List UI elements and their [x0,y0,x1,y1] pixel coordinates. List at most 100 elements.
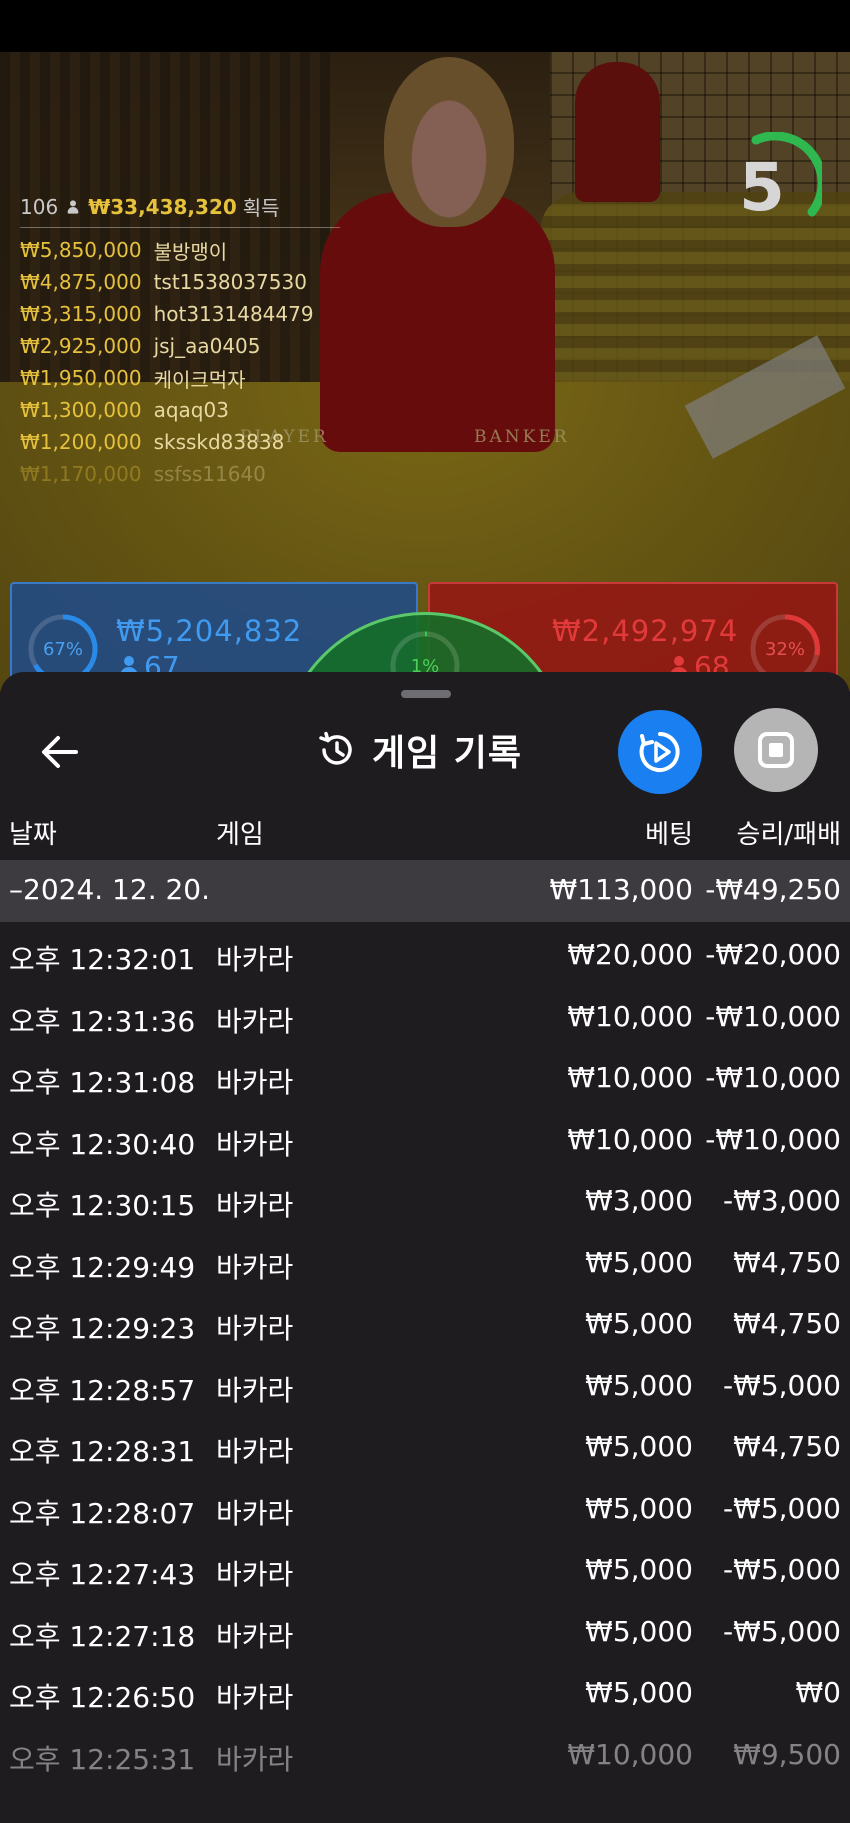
history-row[interactable]: 오후 12:26:50 바카라 ₩5,000 ₩0 [0,1660,850,1722]
group-bet-total: ₩113,000 [549,873,693,906]
history-row[interactable]: 오후 12:30:15 바카라 ₩3,000 -₩3,000 [0,1168,850,1230]
history-row[interactable]: 오후 12:25:31 바카라 ₩10,000 ₩9,500 [0,1722,850,1784]
date-group-row[interactable]: –2024. 12. 20. ₩113,000 -₩49,250 [0,860,850,922]
game-history-sheet: 게임 기록 날짜 게임 베팅 승리/패배 –2024. 12. 20. ₩113… [0,672,850,1823]
row-win: ₩4,750 [733,1307,841,1340]
history-row[interactable]: 오후 12:31:08 바카라 ₩10,000 -₩10,000 [0,1045,850,1107]
row-win: -₩10,000 [705,1122,841,1156]
video-replay-button[interactable] [618,710,702,794]
row-time: 오후 12:27:43 [9,1558,196,1591]
row-win: ₩0 [795,1676,842,1709]
group-date: –2024. 12. 20. [9,873,211,906]
banker-bet-amount: ₩2,492,974 [552,614,739,648]
winner-row: ₩1,300,000 aqaq03 [20,394,340,426]
winner-row: ₩2,925,000 jsj_aa0405 [20,330,340,362]
column-header-date: 날짜 [9,820,57,850]
history-list: 오후 12:32:01 바카라 ₩20,000 -₩20,000 오후 12:31:3… [0,922,850,1783]
row-game: 바카라 [216,1004,294,1038]
row-win: ₩4,750 [733,1430,841,1463]
row-bet: ₩5,000 [585,1430,693,1463]
row-time: 오후 12:29:23 [9,1312,196,1345]
countdown-value: 5 [739,148,785,226]
row-time: 오후 12:30:40 [9,1127,196,1161]
stop-icon [758,732,794,768]
winner-amount: ₩2,925,000 [20,334,142,358]
row-win: -₩5,000 [723,1614,841,1648]
row-bet: ₩5,000 [585,1368,693,1402]
winner-amount: ₩5,850,000 [20,238,142,262]
history-row[interactable]: 오후 12:27:18 바카라 ₩5,000 -₩5,000 [0,1599,850,1661]
row-time: 오후 12:28:57 [9,1373,196,1407]
winner-name: ssfss11640 [153,462,266,486]
row-bet: ₩5,000 [585,1491,693,1525]
history-row[interactable]: 오후 12:31:36 바카라 ₩10,000 -₩10,000 [0,984,850,1046]
stop-button[interactable] [734,708,818,792]
row-win: ₩4,750 [733,1245,841,1279]
history-row[interactable]: 오후 12:28:31 바카라 ₩5,000 ₩4,750 [0,1414,850,1476]
row-win: -₩5,000 [723,1368,841,1402]
history-row[interactable]: 오후 12:29:23 바카라 ₩5,000 ₩4,750 [0,1291,850,1353]
row-bet: ₩5,000 [585,1307,693,1340]
table-header: 날짜 게임 베팅 승리/패배 [0,800,850,858]
winner-amount: ₩4,875,000 [20,270,142,294]
user-icon [67,199,79,214]
row-game: 바카라 [216,1066,294,1099]
winners-count: 106 [20,194,59,219]
winner-name: 케이크먹자 [153,367,246,392]
row-game: 바카라 [216,1312,294,1345]
winner-name: jsj_aa0405 [153,334,261,358]
row-win: -₩5,000 [723,1553,841,1586]
winners-total: 106 ₩33,438,320 획득 [20,192,340,228]
group-win-total: -₩49,250 [705,873,841,906]
row-bet: ₩10,000 [567,1737,693,1771]
winner-amount: ₩1,170,000 [20,462,142,486]
row-win: -₩20,000 [705,938,841,971]
history-row[interactable]: 오후 12:28:07 바카라 ₩5,000 -₩5,000 [0,1476,850,1538]
sheet-header: 게임 기록 [316,720,522,780]
history-row[interactable]: 오후 12:28:57 바카라 ₩5,000 -₩5,000 [0,1353,850,1415]
row-time: 오후 12:32:01 [9,943,196,976]
row-game: 바카라 [216,943,294,976]
winners-total-amount: ₩33,438,320 [88,194,237,219]
row-game: 바카라 [216,1373,294,1407]
countdown-timer: 5 [712,131,827,242]
history-row[interactable]: 오후 12:32:01 바카라 ₩20,000 -₩20,000 [0,922,850,984]
winner-row: ₩1,170,000 ssfss11640 [20,458,340,490]
row-bet: ₩10,000 [567,1122,693,1156]
history-row[interactable]: 오후 12:29:49 바카라 ₩5,000 ₩4,750 [0,1230,850,1292]
history-row[interactable]: 오후 12:30:40 바카라 ₩10,000 -₩10,000 [0,1107,850,1169]
winner-name: 불방맹이 [153,239,228,264]
winner-name: aqaq03 [153,398,229,422]
history-row[interactable]: 오후 12:27:43 바카라 ₩5,000 -₩5,000 [0,1537,850,1599]
row-game: 바카라 [216,1742,294,1776]
row-game: 바카라 [216,1127,294,1161]
row-time: 오후 12:28:07 [9,1496,196,1530]
row-game: 바카라 [216,1681,294,1714]
winner-name: hot3131484479 [153,302,314,326]
winner-amount: ₩1,300,000 [20,398,142,422]
row-bet: ₩20,000 [567,938,693,971]
row-bet: ₩5,000 [585,1614,693,1648]
row-game: 바카라 [216,1496,294,1530]
row-time: 오후 12:26:50 [9,1681,196,1714]
row-win: -₩10,000 [705,999,841,1033]
row-bet: ₩10,000 [567,999,693,1033]
row-time: 오후 12:25:31 [9,1742,196,1776]
row-win: ₩9,500 [733,1737,841,1771]
row-win: -₩10,000 [705,1061,841,1094]
status-bar [0,0,850,52]
row-bet: ₩10,000 [567,1061,693,1094]
page-title: 게임 기록 [372,733,523,774]
back-button[interactable] [30,722,90,782]
live-video[interactable]: PLAYER BANKER 5 106 ₩33,438,320 획득 ₩5,85… [0,52,850,692]
column-header-win-loss: 승리/패배 [736,820,841,850]
row-win: -₩3,000 [723,1184,841,1217]
sheet-drag-handle[interactable] [401,690,451,698]
row-time: 오후 12:30:15 [9,1189,196,1222]
column-header-bet: 베팅 [645,820,693,850]
winner-row: ₩3,315,000 hot3131484479 [20,298,340,330]
winner-name: sksskd83838 [153,430,285,454]
winner-row: ₩1,200,000 sksskd83838 [20,426,340,458]
row-bet: ₩5,000 [585,1245,693,1279]
row-bet: ₩5,000 [585,1676,693,1709]
